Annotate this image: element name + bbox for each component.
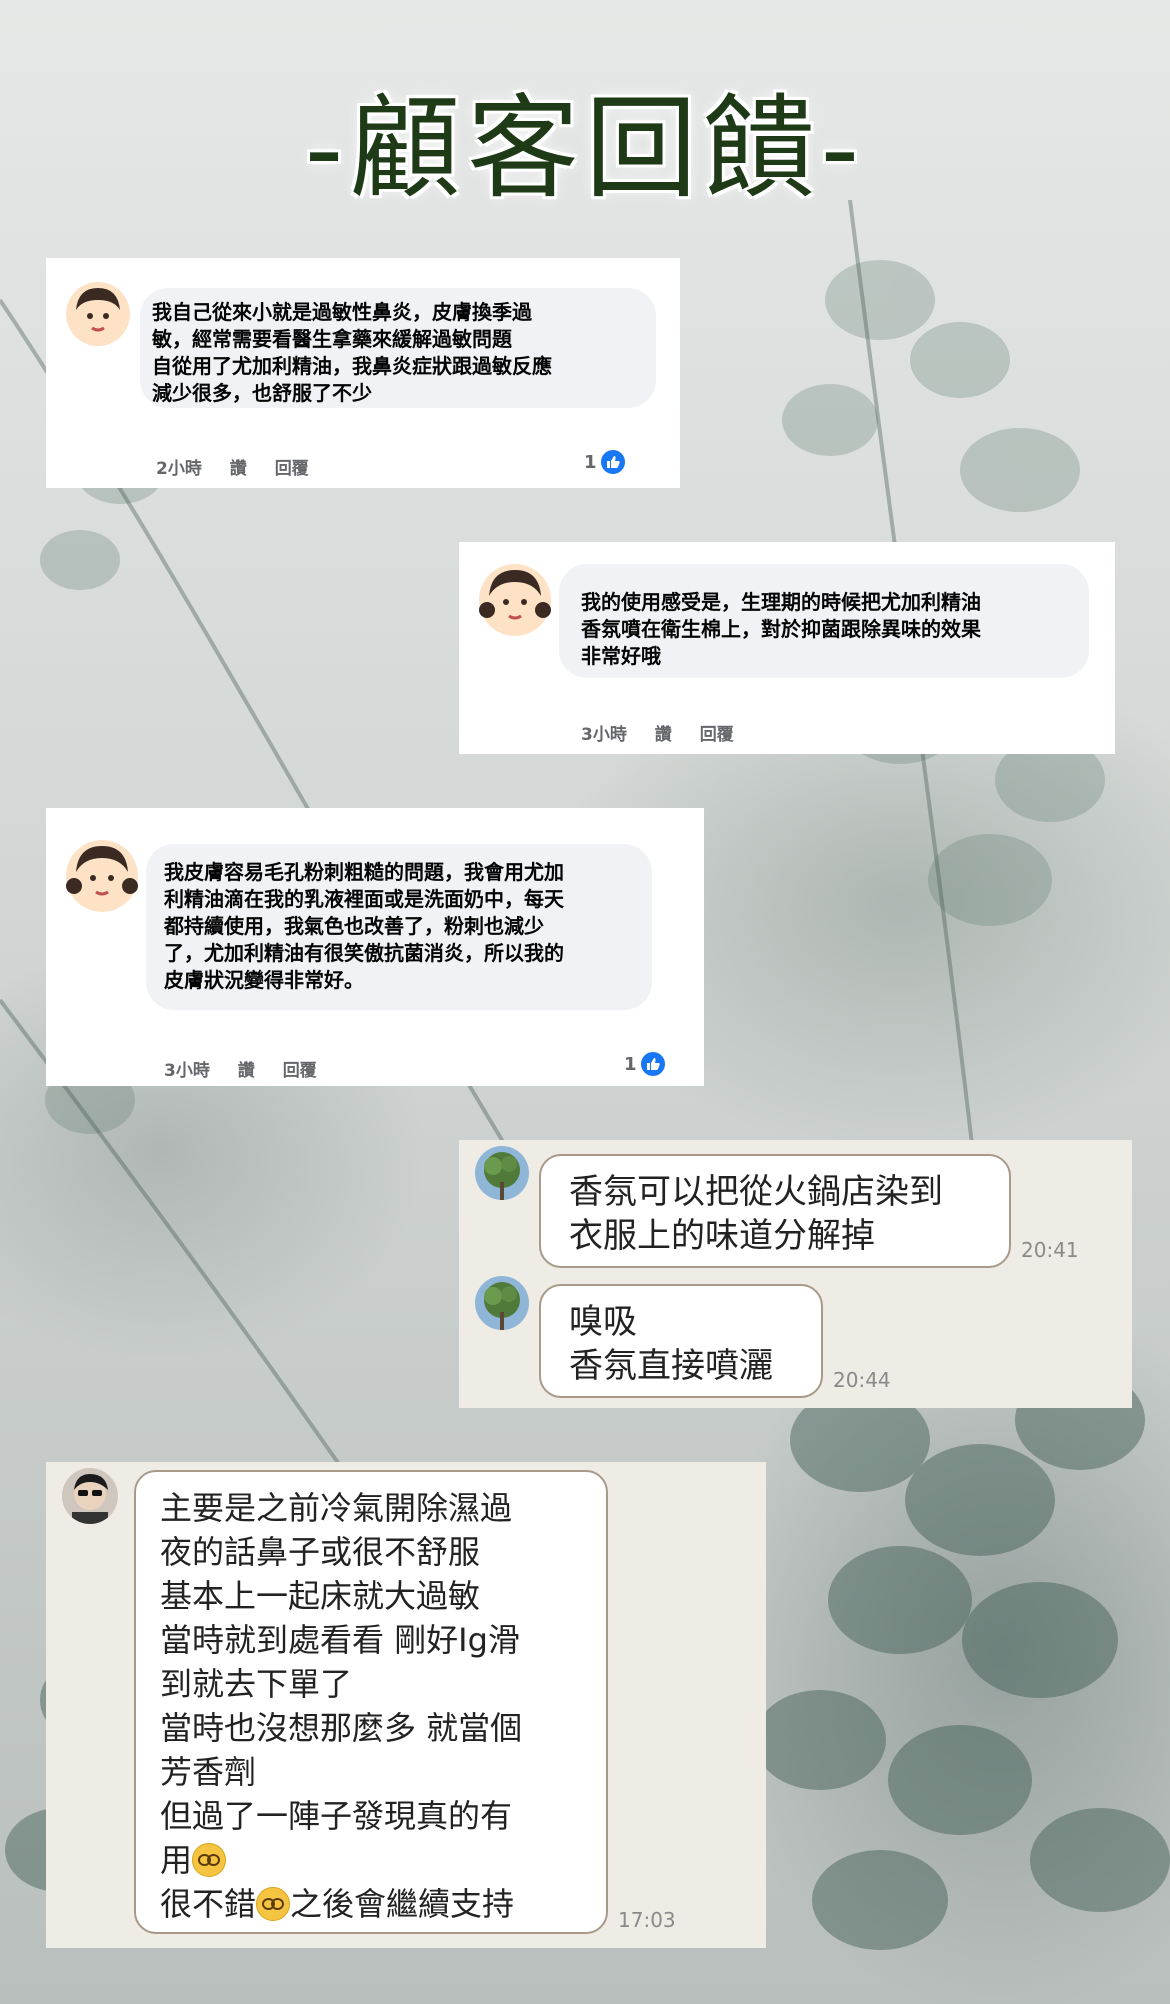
- chat-line: 當時就到處看看 剛好Ig滑: [160, 1621, 520, 1659]
- girl-avatar-icon: [479, 564, 551, 636]
- chat-line: 用: [160, 1838, 606, 1882]
- like-count[interactable]: 1: [584, 450, 625, 474]
- comment-line: 我的使用感受是，生理期的時候把尤加利精油: [581, 590, 981, 614]
- chat-line: 但過了一陣子發現真的有: [160, 1797, 513, 1835]
- nerd-face-emoji-icon: [256, 1887, 291, 1921]
- like-count-value: 1: [624, 1053, 637, 1075]
- reply-link[interactable]: 回覆: [700, 725, 734, 745]
- comment-line: 利精油滴在我的乳液裡面或是洗面奶中，每天: [164, 887, 564, 911]
- like-count[interactable]: 1: [624, 1052, 665, 1076]
- chat-line: 衣服上的味道分解掉: [569, 1216, 875, 1256]
- comment-line: 減少很多，也舒服了不少: [152, 381, 372, 405]
- chat-timestamp: 20:41: [1021, 1238, 1079, 1262]
- chat-line: 嗅吸: [569, 1302, 637, 1342]
- comment-meta: 3小時 讚 回覆: [581, 720, 756, 745]
- comment-time: 3小時: [581, 725, 627, 745]
- reply-link[interactable]: 回覆: [275, 459, 309, 479]
- chat-timestamp: 17:03: [618, 1908, 676, 1932]
- reply-link[interactable]: 回覆: [283, 1061, 317, 1081]
- thumbs-up-icon: [600, 450, 625, 474]
- chat-text: 很不錯: [160, 1885, 257, 1923]
- review-card-1: 我自己從來小就是過敏性鼻炎，皮膚換季過 敏，經常需要看醫生拿藥來緩解過敏問題 自…: [46, 258, 680, 488]
- comment-meta: 2小時 讚 回覆: [156, 454, 331, 479]
- comment-bubble: 我皮膚容易毛孔粉刺粗糙的問題，我會用尤加 利精油滴在我的乳液裡面或是洗面奶中，每…: [146, 844, 652, 1010]
- girl-avatar-icon: [66, 840, 138, 912]
- comment-line: 都持續使用，我氣色也改善了，粉刺也減少: [164, 914, 544, 938]
- like-link[interactable]: 讚: [655, 725, 672, 745]
- comment-line: 非常好哦: [581, 644, 661, 668]
- chat-line: 基本上一起床就大過敏: [160, 1577, 481, 1615]
- chat-timestamp: 20:44: [833, 1368, 891, 1392]
- comment-line: 我自己從來小就是過敏性鼻炎，皮膚換季過: [152, 300, 532, 324]
- chat-line: 香氛直接噴灑: [569, 1346, 773, 1386]
- comment-time: 2小時: [156, 459, 202, 479]
- chat-line: 很不錯 之後會繼續支持: [160, 1882, 606, 1926]
- chat-line: 芳香劑: [160, 1753, 257, 1791]
- user-avatar-icon: [62, 1468, 118, 1524]
- comment-bubble: 我自己從來小就是過敏性鼻炎，皮膚換季過 敏，經常需要看醫生拿藥來緩解過敏問題 自…: [140, 288, 656, 408]
- comment-line: 皮膚狀況變得非常好。: [164, 968, 364, 992]
- page-title: -顧客回饋-: [305, 84, 865, 214]
- chat-card: 香氛可以把從火鍋店染到 衣服上的味道分解掉 20:41 嗅吸 香氛直接噴灑 20…: [459, 1140, 1132, 1408]
- comment-bubble: 我的使用感受是，生理期的時候把尤加利精油 香氛噴在衛生棉上，對於抑菌跟除異味的效…: [559, 564, 1089, 678]
- chat-text: 用: [160, 1841, 193, 1879]
- chat-bubble: 嗅吸 香氛直接噴灑: [539, 1284, 823, 1398]
- long-message-card: 主要是之前冷氣開除濕過 夜的話鼻子或很不舒服 基本上一起床就大過敏 當時就到處看…: [46, 1462, 766, 1948]
- like-link[interactable]: 讚: [238, 1061, 255, 1081]
- chat-line: 香氛可以把從火鍋店染到: [569, 1172, 943, 1212]
- comment-time: 3小時: [164, 1061, 210, 1081]
- tree-avatar-icon: [475, 1146, 529, 1200]
- review-card-3: 我皮膚容易毛孔粉刺粗糙的問題，我會用尤加 利精油滴在我的乳液裡面或是洗面奶中，每…: [46, 808, 704, 1086]
- like-count-value: 1: [584, 451, 597, 473]
- chat-line: 到就去下單了: [160, 1665, 353, 1703]
- chat-line: 當時也沒想那麼多 就當個: [160, 1709, 523, 1747]
- comment-meta: 3小時 讚 回覆: [164, 1056, 339, 1081]
- chat-text: 之後會繼續支持: [290, 1885, 515, 1923]
- comment-line: 香氛噴在衛生棉上，對於抑菌跟除異味的效果: [581, 617, 981, 641]
- comment-line: 我皮膚容易毛孔粉刺粗糙的問題，我會用尤加: [164, 860, 564, 884]
- thumbs-up-icon: [640, 1052, 665, 1076]
- tree-avatar-icon: [475, 1276, 529, 1330]
- comment-line: 了，尤加利精油有很笑傲抗菌消炎，所以我的: [164, 941, 564, 965]
- comment-line: 自從用了尤加利精油，我鼻炎症狀跟過敏反應: [152, 354, 552, 378]
- chat-bubble: 香氛可以把從火鍋店染到 衣服上的味道分解掉: [539, 1154, 1011, 1268]
- boy-avatar-icon: [66, 282, 130, 346]
- chat-line: 夜的話鼻子或很不舒服: [160, 1533, 481, 1571]
- chat-line: 主要是之前冷氣開除濕過: [160, 1489, 513, 1527]
- nerd-face-emoji-icon: [192, 1843, 227, 1877]
- like-link[interactable]: 讚: [230, 459, 247, 479]
- chat-bubble: 主要是之前冷氣開除濕過 夜的話鼻子或很不舒服 基本上一起床就大過敏 當時就到處看…: [134, 1470, 608, 1934]
- comment-line: 敏，經常需要看醫生拿藥來緩解過敏問題: [152, 327, 512, 351]
- review-card-2: 我的使用感受是，生理期的時候把尤加利精油 香氛噴在衛生棉上，對於抑菌跟除異味的效…: [459, 542, 1115, 754]
